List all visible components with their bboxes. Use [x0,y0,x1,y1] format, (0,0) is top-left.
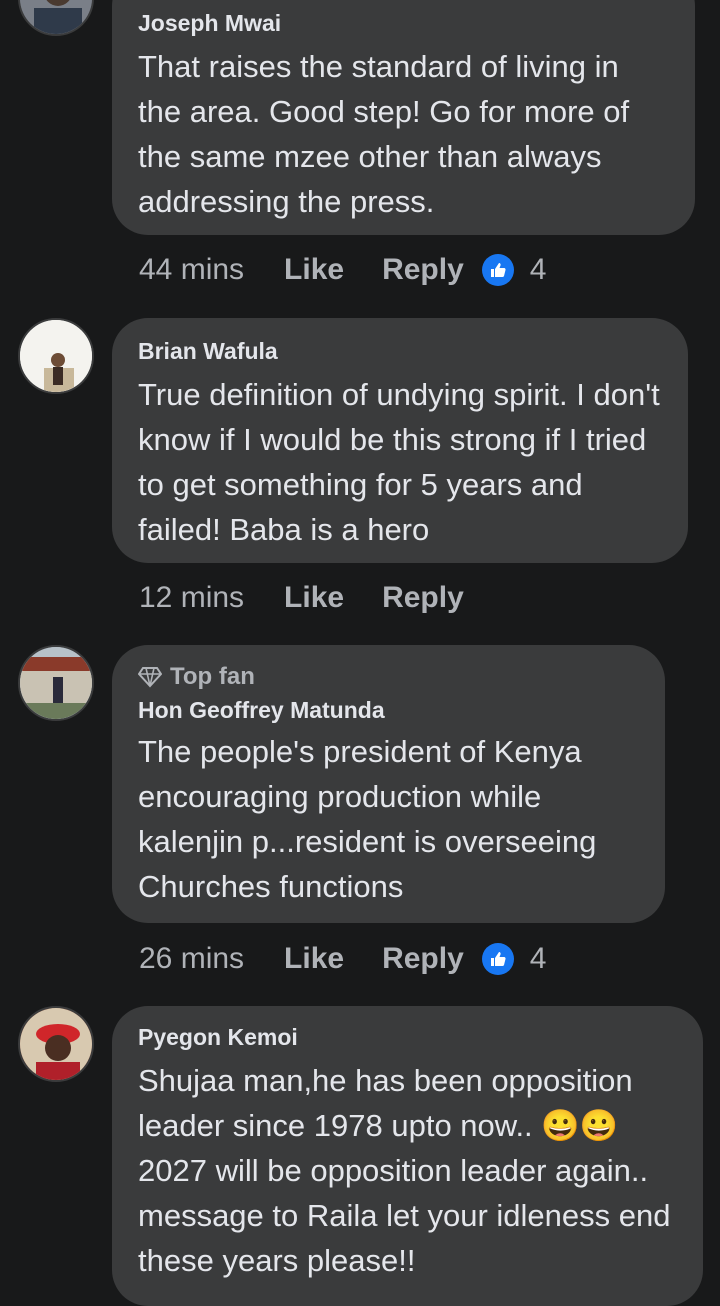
avatar[interactable] [18,318,94,394]
comment-text: Shujaa man,he has been opposition leader… [138,1063,671,1278]
diamond-icon [138,667,162,688]
comment-text: The people's president of Kenya encourag… [138,734,597,904]
like-button[interactable]: Like [284,581,344,615]
comment-author[interactable]: Brian Wafula [138,338,662,364]
reaction-summary[interactable]: 4 [481,253,547,287]
top-fan-badge[interactable]: Top fan [138,663,639,691]
comment-author[interactable]: Hon Geoffrey Matunda [138,697,639,723]
comment-bubble[interactable]: Pyegon Kemoi Shujaa man,he has been oppo… [112,1006,703,1306]
like-button[interactable]: Like [284,942,344,976]
avatar-image [20,1008,92,1080]
comment-actions: 44 mins Like Reply 4 [139,250,546,290]
avatar-image [20,647,92,719]
avatar[interactable] [18,645,94,721]
comment-text: True definition of undying spirit. I don… [138,377,660,547]
comment-actions: 26 mins Like Reply 4 [139,939,546,979]
comment-actions: 12 mins Like Reply [139,578,502,618]
reply-button[interactable]: Reply [382,942,464,976]
avatar-image [20,0,92,34]
comment-bubble[interactable]: Joseph Mwai That raises the standard of … [112,0,695,235]
comment-timestamp[interactable]: 44 mins [139,253,244,287]
thumbs-up-icon [481,254,514,286]
reply-button[interactable]: Reply [382,581,464,615]
avatar-image [20,320,92,392]
comment-author[interactable]: Joseph Mwai [138,10,669,36]
thumbs-up-icon [481,943,514,975]
comment-bubble[interactable]: Top fan Hon Geoffrey Matunda The people'… [112,645,665,923]
reaction-summary[interactable]: 4 [481,942,547,976]
comment-timestamp[interactable]: 12 mins [139,581,244,615]
avatar[interactable] [18,1006,94,1082]
badge-label: Top fan [170,663,255,690]
comment-text: That raises the standard of living in th… [138,49,630,219]
comment-bubble[interactable]: Brian Wafula True definition of undying … [112,318,688,563]
comment-author[interactable]: Pyegon Kemoi [138,1024,677,1050]
reaction-count: 4 [529,942,547,975]
comment-timestamp[interactable]: 26 mins [139,942,244,976]
like-button[interactable]: Like [284,253,344,287]
reaction-count: 4 [529,253,547,286]
avatar[interactable] [18,0,94,36]
reply-button[interactable]: Reply [382,253,464,287]
